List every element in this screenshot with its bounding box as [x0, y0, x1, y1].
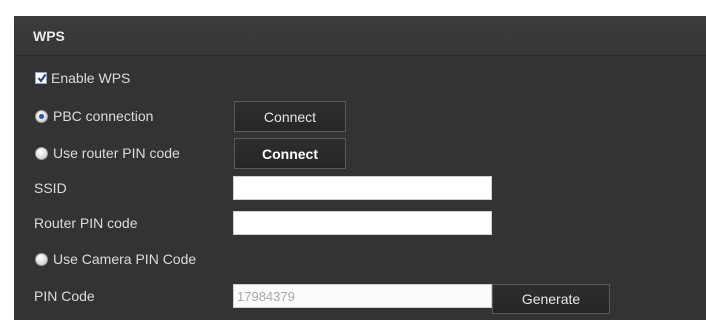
router-pin-label: Use router PIN code	[53, 145, 180, 161]
pin-code-label: PIN Code	[34, 288, 95, 304]
wps-panel: WPS Enable WPS PBC connection Connect Us…	[14, 16, 706, 320]
pbc-connection-label: PBC connection	[53, 108, 154, 124]
ssid-label: SSID	[34, 180, 67, 196]
panel-header: WPS	[14, 16, 706, 56]
panel-title: WPS	[33, 28, 65, 44]
generate-button[interactable]: Generate	[492, 284, 610, 314]
pin-code-input[interactable]	[233, 284, 492, 308]
pbc-connection-radio[interactable]	[35, 110, 48, 123]
enable-wps-label: Enable WPS	[51, 70, 131, 86]
enable-wps-checkbox[interactable]	[35, 72, 47, 84]
router-pin-radio[interactable]	[35, 147, 48, 160]
router-pin-code-label: Router PIN code	[34, 215, 138, 231]
page: WPS Enable WPS PBC connection Connect Us…	[0, 0, 706, 333]
checkmark-icon	[37, 73, 47, 83]
pbc-connect-button[interactable]: Connect	[234, 101, 346, 132]
router-pin-code-input[interactable]	[233, 211, 492, 235]
ssid-input[interactable]	[233, 176, 492, 200]
camera-pin-radio[interactable]	[35, 253, 48, 266]
router-pin-connect-button[interactable]: Connect	[234, 138, 346, 169]
camera-pin-label: Use Camera PIN Code	[53, 251, 197, 267]
